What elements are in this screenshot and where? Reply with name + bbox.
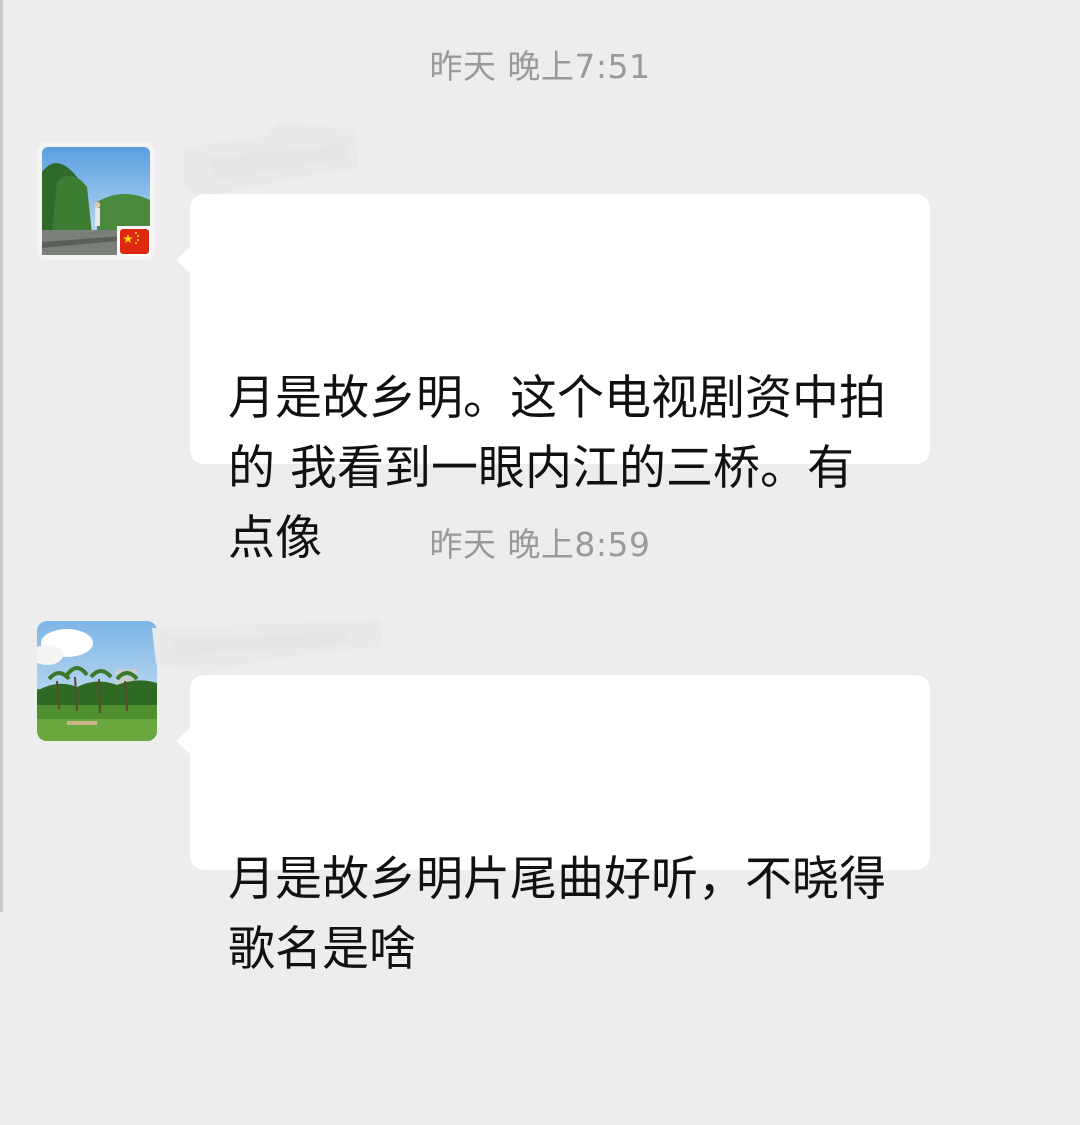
sender-name-redacted (148, 618, 388, 682)
sender-avatar[interactable] (37, 142, 155, 260)
message-timestamp: 昨天 晚上7:51 (429, 47, 651, 86)
message-bubble[interactable]: 月是故乡明片尾曲好听，不晓得歌名是啥 (176, 675, 930, 977)
message-timestamp: 昨天 晚上8:59 (429, 525, 651, 564)
sender-avatar[interactable] (37, 621, 157, 741)
avatar-park-road-photo-icon (37, 142, 155, 260)
message-bubble[interactable]: 月是故乡明。这个电视剧资中拍的 我看到一眼内江的三桥。有点像 (176, 194, 930, 566)
window-edge (0, 0, 3, 912)
china-flag-icon (120, 229, 149, 254)
avatar-park-lawn-photo-icon (37, 621, 157, 741)
message-text: 月是故乡明片尾曲好听，不晓得歌名是啥 (228, 852, 886, 977)
